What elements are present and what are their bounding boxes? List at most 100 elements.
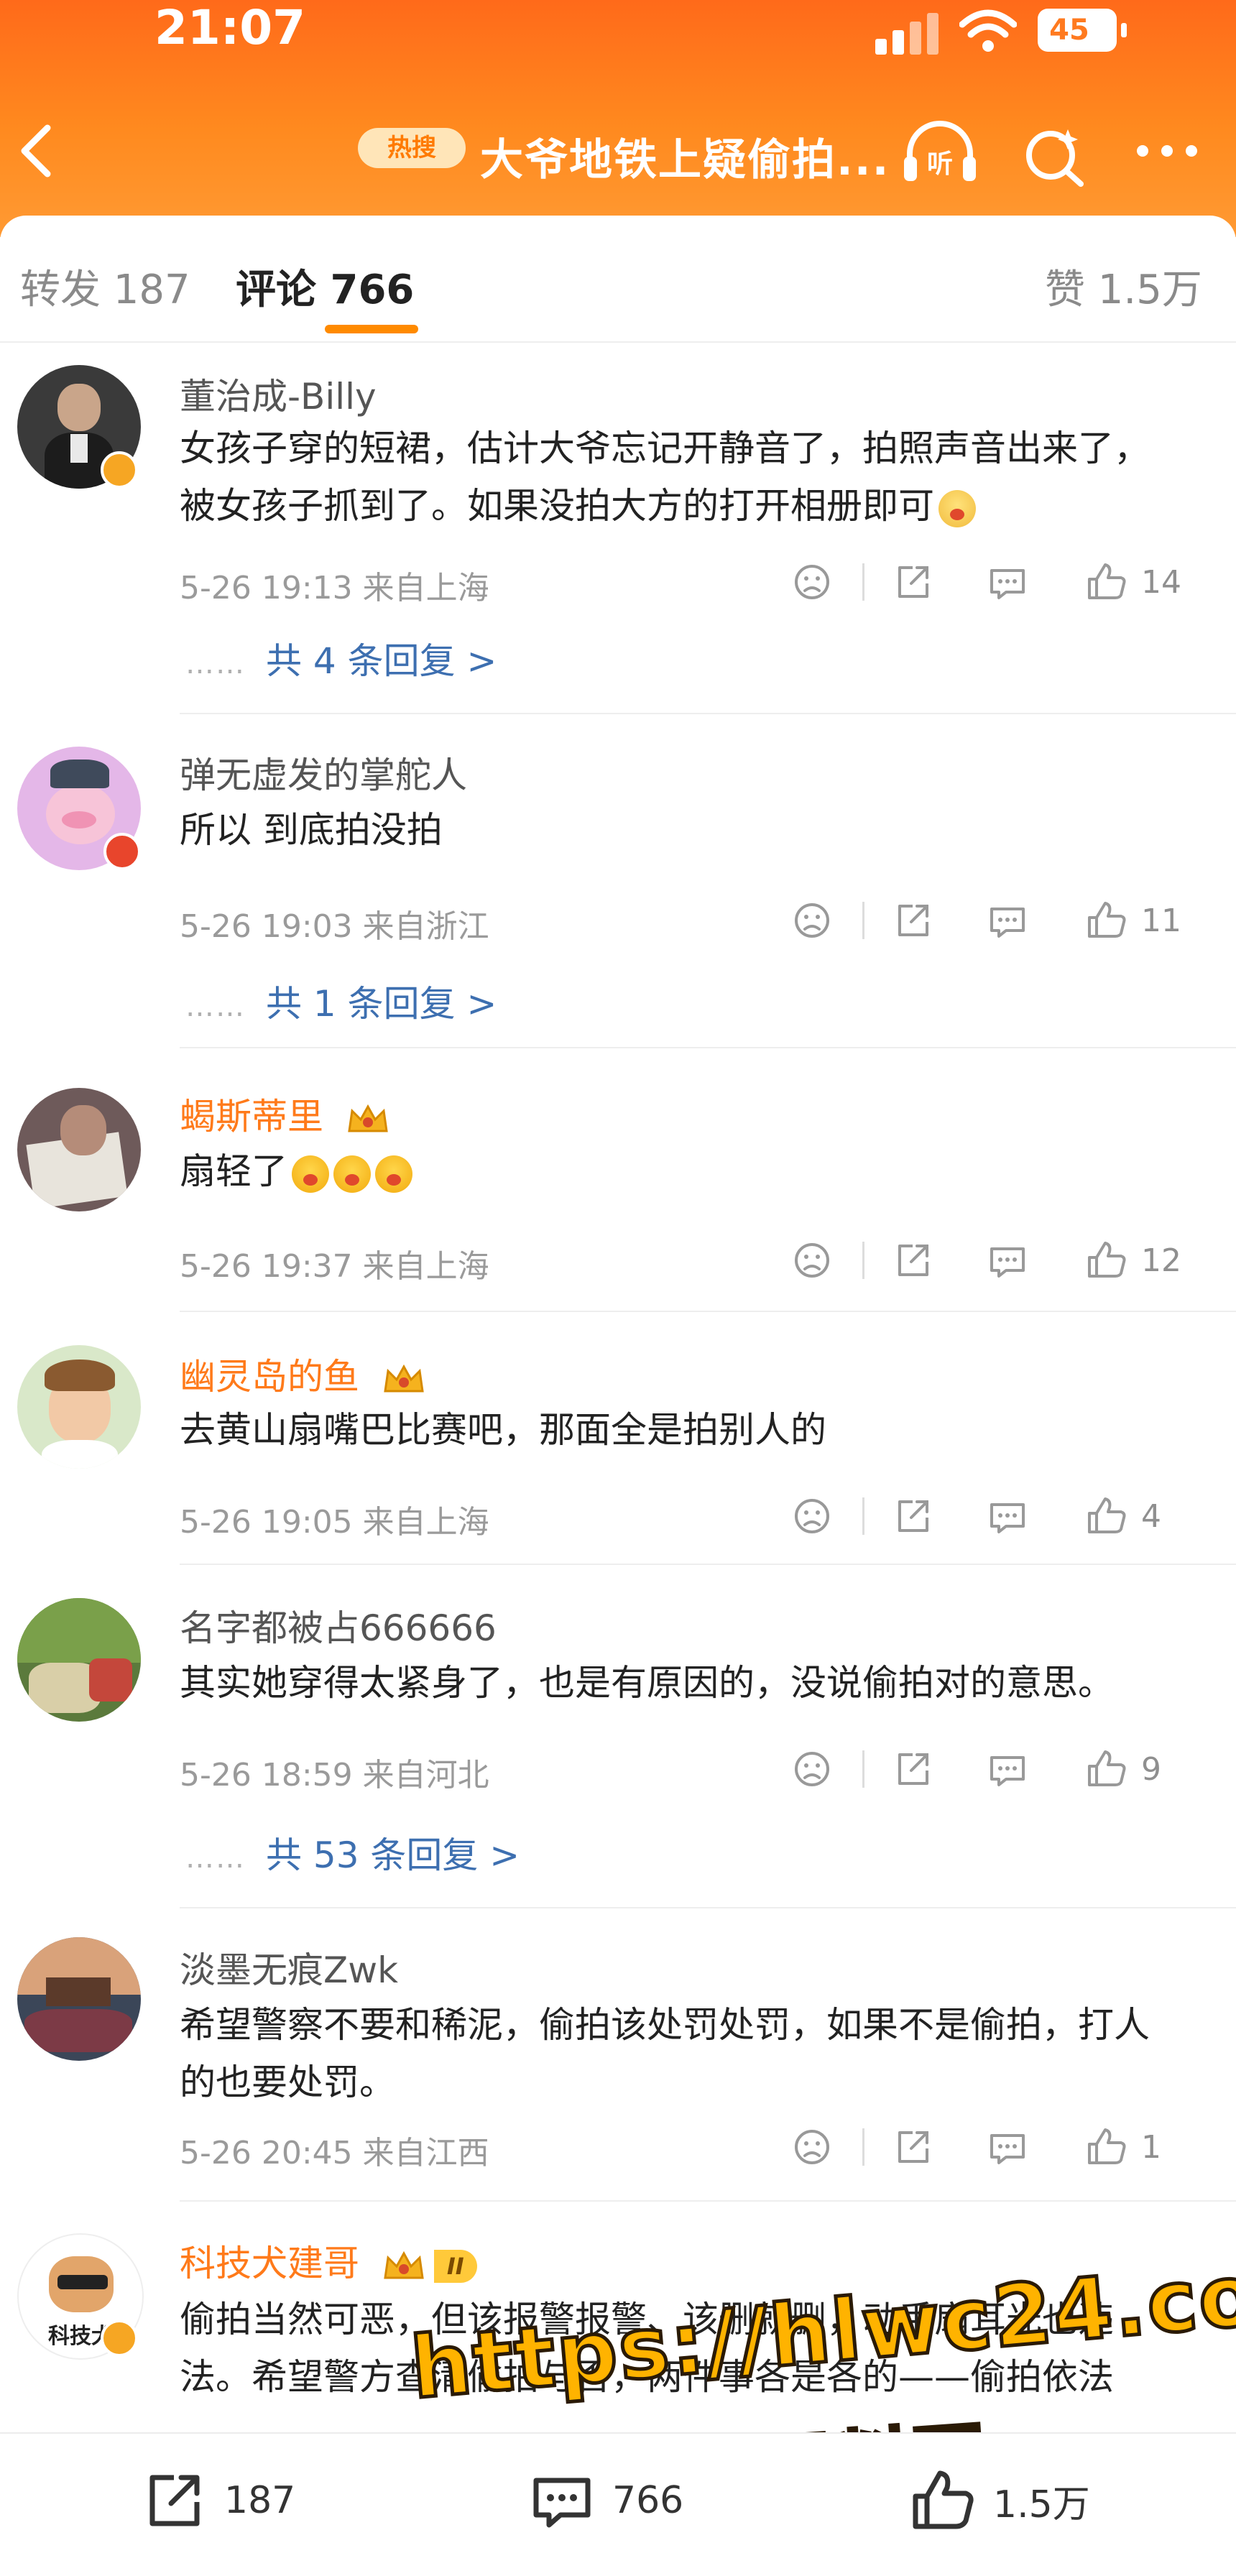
dislike-button[interactable]	[790, 1740, 834, 1798]
view-replies-link[interactable]: …… 共 53 条回复 >	[185, 1827, 520, 1878]
share-button[interactable]	[891, 892, 934, 949]
reply-button[interactable]	[986, 553, 1029, 611]
comment-author[interactable]: 蝎斯蒂里	[180, 1088, 391, 1140]
like-icon	[1088, 902, 1126, 938]
comment-actions: 1	[790, 2118, 1236, 2176]
svg-text:听: 听	[927, 149, 953, 179]
comment-meta: 5-26 19:37 来自上海	[180, 1248, 489, 1285]
reply-button[interactable]	[986, 892, 1029, 949]
reply-button[interactable]	[986, 1487, 1029, 1545]
divider	[180, 2200, 1236, 2202]
dislike-icon	[795, 903, 829, 938]
divider	[862, 1497, 864, 1535]
repost-button[interactable]: 187	[141, 2468, 295, 2533]
tab-comments[interactable]: 评论 766	[236, 257, 414, 315]
bottom-action-bar: 187 766 1.5万	[0, 2432, 1236, 2576]
comment-button[interactable]: 766	[529, 2468, 683, 2533]
share-button[interactable]	[891, 1740, 934, 1798]
divider	[862, 1242, 864, 1279]
avatar[interactable]	[17, 1598, 141, 1722]
hot-search-tag[interactable]: 热搜	[358, 128, 466, 168]
like-count: 14	[1141, 563, 1181, 601]
view-replies-link[interactable]: …… 共 1 条回复 >	[185, 975, 497, 1027]
dislike-button[interactable]	[790, 1487, 834, 1545]
comment-actions: 12	[790, 1232, 1236, 1289]
like-icon	[1088, 1242, 1126, 1278]
divider	[862, 2128, 864, 2166]
like-button[interactable]: 14	[1085, 553, 1181, 611]
like-post-button[interactable]: 1.5万	[910, 2468, 1090, 2533]
dislike-button[interactable]	[790, 553, 834, 611]
like-icon	[1088, 563, 1126, 599]
share-icon	[898, 1245, 928, 1276]
comment-author[interactable]: 弹无虚发的掌舵人	[180, 747, 467, 798]
comment-author[interactable]: 名字都被占666666	[180, 1599, 497, 1651]
comment-item: 弹无虚发的掌舵人 所以 到底拍没拍 5-26 19:03 来自浙江 11 …… 共…	[0, 715, 1236, 1053]
cellular-signal-icon	[875, 10, 940, 55]
like-button[interactable]: 9	[1085, 1740, 1161, 1798]
wifi-icon	[959, 9, 1017, 52]
like-count: 1.5万	[993, 2483, 1090, 2526]
crown-icon	[348, 1104, 388, 1132]
share-button[interactable]	[891, 1232, 934, 1289]
like-icon	[913, 2470, 974, 2529]
comment-icon	[990, 908, 1025, 938]
comment-author[interactable]: 科技犬建哥 II	[180, 2235, 477, 2286]
more-icon[interactable]	[1135, 145, 1200, 160]
like-count: 12	[1141, 1242, 1181, 1279]
battery-icon: 45	[1038, 9, 1127, 52]
comment-item: 董治成-Billy 女孩子穿的短裙，估计大爷忘记开静音了，拍照声音出来了， 被女…	[0, 345, 1236, 719]
dislike-button[interactable]	[790, 892, 834, 949]
comment-actions: 11	[790, 892, 1236, 949]
share-icon	[898, 905, 928, 936]
avatar[interactable]	[17, 1345, 141, 1469]
share-button[interactable]	[891, 1487, 934, 1545]
back-icon[interactable]	[7, 115, 65, 187]
dislike-button[interactable]	[790, 2118, 834, 2176]
dislike-icon	[795, 1499, 829, 1533]
comment-icon	[533, 2478, 591, 2528]
like-icon	[1088, 2128, 1126, 2164]
share-icon	[898, 1500, 928, 1532]
like-button[interactable]: 1	[1085, 2118, 1161, 2176]
comment-icon	[990, 1503, 1025, 1533]
comment-item: 名字都被占666666 其实她穿得太紧身了，也是有原因的，没说偷拍对的意思。 5…	[0, 1566, 1236, 1911]
comment-meta: 5-26 19:05 来自上海	[180, 1504, 489, 1541]
divider	[180, 1311, 1236, 1312]
tab-likes[interactable]: 赞 1.5万	[1045, 257, 1202, 315]
comment-meta: 5-26 20:45 来自江西	[180, 2135, 489, 2171]
tab-repost[interactable]: 转发 187	[20, 257, 190, 315]
emoji-icon	[333, 1155, 371, 1193]
comment-text: 所以 到底拍没拍	[180, 809, 443, 851]
reply-button[interactable]	[986, 2118, 1029, 2176]
dislike-icon	[795, 1243, 829, 1278]
listen-icon[interactable]: 听	[900, 121, 980, 185]
like-button[interactable]: 12	[1085, 1232, 1181, 1289]
avatar[interactable]	[17, 1937, 141, 2061]
page-title[interactable]: 大爷地铁上疑偷拍...	[480, 125, 890, 188]
divider	[180, 1047, 1236, 1048]
share-icon	[898, 2131, 928, 2163]
like-button[interactable]: 11	[1085, 892, 1181, 949]
comment-icon	[990, 1756, 1025, 1786]
reply-button[interactable]	[986, 1232, 1029, 1289]
like-icon	[1088, 1497, 1126, 1533]
comment-text: 去黄山扇嘴巴比赛吧，那面全是拍别人的	[180, 1409, 826, 1451]
divider	[180, 713, 1236, 714]
avatar[interactable]	[17, 1088, 141, 1211]
share-button[interactable]	[891, 2118, 934, 2176]
reply-button[interactable]	[986, 1740, 1029, 1798]
comment-author[interactable]: 董治成-Billy	[180, 368, 377, 420]
comment-author[interactable]: 淡墨无痕Zwk	[180, 1942, 398, 1993]
ai-search-icon[interactable]	[1019, 122, 1091, 187]
share-icon	[149, 2475, 200, 2526]
like-button[interactable]: 4	[1085, 1487, 1161, 1545]
share-button[interactable]	[891, 553, 934, 611]
view-replies-link[interactable]: …… 共 4 条回复 >	[185, 632, 497, 684]
dislike-icon	[795, 565, 829, 599]
share-icon	[898, 1753, 928, 1785]
like-count: 11	[1141, 902, 1181, 939]
comment-actions: 9	[790, 1740, 1236, 1798]
comment-author[interactable]: 幽灵岛的鱼	[180, 1348, 427, 1400]
dislike-button[interactable]	[790, 1232, 834, 1289]
